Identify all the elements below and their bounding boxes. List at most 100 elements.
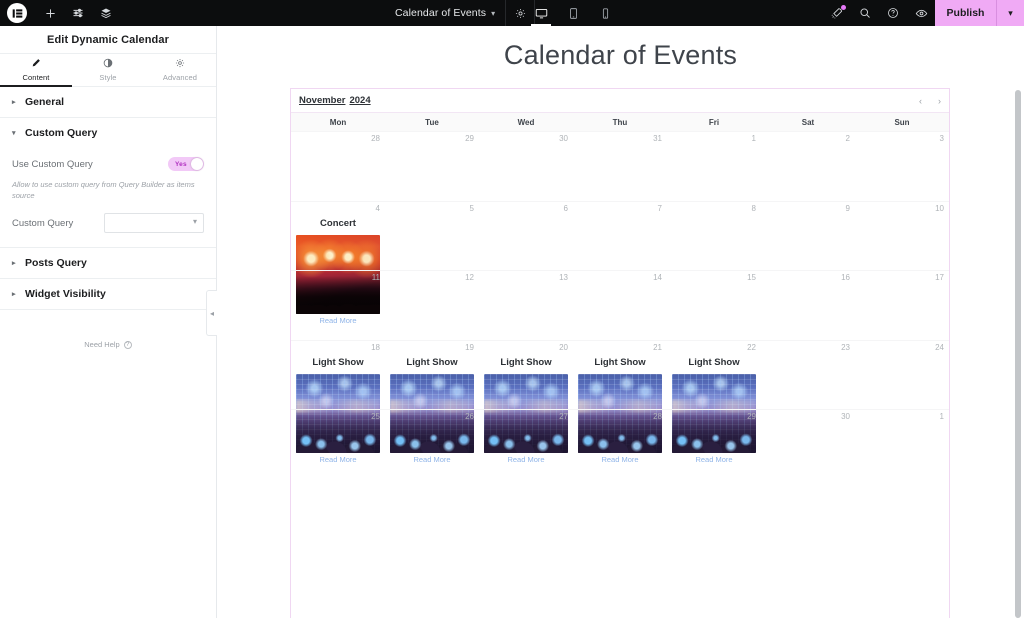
elementor-logo-icon[interactable]	[7, 3, 27, 23]
calendar-day-number: 25	[371, 412, 380, 421]
weekday-header-wed: Wed	[517, 117, 535, 127]
calendar-day-number: 8	[751, 203, 756, 213]
calendar-day-cell[interactable]: 13	[479, 270, 573, 340]
calendar-day-cell[interactable]: 15	[667, 270, 761, 340]
tab-style-label: Style	[99, 73, 117, 82]
calendar-day-cell[interactable]: 16	[761, 270, 855, 340]
calendar-day-cell[interactable]: 29	[385, 131, 479, 201]
section-general: ▸ General	[0, 87, 216, 118]
calendar-day-number: 21	[653, 342, 662, 352]
calendar-day-cell[interactable]: 30	[479, 131, 573, 201]
tab-content[interactable]: Content	[0, 54, 72, 87]
document-name-group[interactable]: Calendar of Events ▾	[395, 0, 536, 26]
device-tablet-button[interactable]	[557, 0, 589, 26]
calendar-day-cell[interactable]: 8	[667, 200, 761, 271]
elementor-editor: Calendar of Events ▾ Publish ▾ Edit Dyna…	[0, 0, 1024, 618]
calendar-day-cell[interactable]: 30	[761, 409, 855, 479]
weekday-header-thu: Thu	[612, 117, 628, 127]
custom-query-select[interactable]	[104, 213, 204, 233]
device-desktop-button[interactable]	[525, 0, 557, 26]
calendar-day-cell[interactable]: 11	[291, 270, 385, 340]
topbar-right-group: Publish ▾	[823, 0, 1024, 26]
calendar-day-cell[interactable]: 18 Light Show Read More	[291, 339, 385, 464]
calendar-event-title: Concert	[320, 217, 356, 229]
chevron-right-icon: ▸	[12, 291, 16, 298]
need-help-link[interactable]: Need Help ?	[0, 340, 216, 349]
chevron-down-icon[interactable]: ▾	[491, 9, 505, 18]
calendar-day-cell[interactable]: 19 Light Show Read More	[385, 339, 479, 464]
section-custom-query-header[interactable]: ▾ Custom Query	[0, 118, 216, 148]
calendar-day-number: 4	[375, 203, 380, 213]
tab-style[interactable]: Style	[72, 54, 144, 86]
calendar-day-number: 5	[469, 203, 474, 213]
calendar-day-cell[interactable]: 2	[761, 131, 855, 201]
calendar-day-cell[interactable]: 6	[479, 200, 573, 271]
plus-icon[interactable]	[36, 0, 64, 26]
calendar-prev-chevron-left-icon[interactable]: ‹	[919, 96, 922, 106]
calendar-day-cell[interactable]: 23	[761, 339, 855, 410]
editor-panel: Edit Dynamic Calendar Content Style Adva…	[0, 26, 217, 618]
calendar-day-number: 13	[559, 273, 568, 282]
calendar-weekday-header: Mon Tue Wed Thu Fri Sat Sun	[291, 112, 949, 131]
calendar-year-label[interactable]: 2024	[349, 95, 370, 106]
calendar-day-number: 29	[465, 134, 474, 143]
calendar-day-cell[interactable]: 4 Concert Read More	[291, 200, 385, 325]
calendar-day-cell[interactable]: 27	[479, 409, 573, 479]
calendar-day-cell[interactable]: 20 Light Show Read More	[479, 339, 573, 464]
calendar-day-cell[interactable]: 29	[667, 409, 761, 479]
calendar-day-cell[interactable]: 9	[761, 200, 855, 271]
calendar-day-number: 10	[935, 203, 944, 213]
calendar-day-cell[interactable]: 28	[291, 131, 385, 201]
device-mobile-button[interactable]	[589, 0, 621, 26]
search-icon[interactable]	[851, 0, 879, 26]
calendar-day-cell[interactable]: 10	[855, 200, 949, 271]
calendar-nav: November 2024 ‹ ›	[291, 89, 949, 112]
calendar-day-cell[interactable]: 7	[573, 200, 667, 271]
calendar-day-cell[interactable]: 25	[291, 409, 385, 479]
use-custom-query-label: Use Custom Query	[12, 158, 93, 170]
calendar-day-number: 17	[935, 273, 944, 282]
calendar-day-number: 2	[845, 134, 850, 143]
document-name: Calendar of Events	[395, 7, 487, 19]
tab-advanced-label: Advanced	[162, 73, 198, 82]
calendar-day-number: 7	[657, 203, 662, 213]
calendar-day-cell[interactable]: 14	[573, 270, 667, 340]
question-circle-icon: ?	[123, 340, 132, 349]
section-custom-query: ▾ Custom Query Use Custom Query Yes Allo…	[0, 118, 216, 248]
canvas-scrollbar[interactable]	[1014, 26, 1022, 618]
calendar-day-number: 6	[563, 203, 568, 213]
calendar-day-number: 24	[935, 342, 944, 352]
section-widget-visibility-header[interactable]: ▸ Widget Visibility	[0, 279, 216, 309]
calendar-month-label[interactable]: November	[299, 95, 345, 106]
calendar-day-number: 28	[371, 134, 380, 143]
calendar-day-cell[interactable]: 12	[385, 270, 479, 340]
calendar-day-cell[interactable]: 24	[855, 339, 949, 410]
use-custom-query-toggle[interactable]: Yes	[168, 157, 204, 171]
custom-query-field-row: Custom Query	[12, 213, 204, 233]
tab-advanced[interactable]: Advanced	[144, 54, 216, 86]
help-icon[interactable]	[879, 0, 907, 26]
calendar-day-cell[interactable]: 22 Light Show Read More	[667, 339, 761, 464]
site-launcher-icon[interactable]	[823, 0, 851, 26]
calendar-day-cell[interactable]: 31	[573, 131, 667, 201]
sliders-icon[interactable]	[64, 0, 92, 26]
calendar-day-cell[interactable]: 1	[855, 409, 949, 479]
dynamic-calendar-widget: November 2024 ‹ › Mon Tue Wed Thu Fri Sat Sun 2…	[290, 88, 950, 618]
calendar-day-cell[interactable]: 28	[573, 409, 667, 479]
preview-icon[interactable]	[907, 0, 935, 26]
publish-button[interactable]: Publish	[935, 0, 996, 26]
publish-options-chevron-down-icon[interactable]: ▾	[996, 0, 1024, 26]
layers-icon[interactable]	[92, 0, 120, 26]
section-posts-query-header[interactable]: ▸ Posts Query	[0, 248, 216, 278]
calendar-day-cell[interactable]: 5	[385, 200, 479, 271]
calendar-day-cell[interactable]: 3	[855, 131, 949, 201]
calendar-event-title: Light Show	[500, 356, 552, 368]
section-general-header[interactable]: ▸ General	[0, 87, 216, 117]
calendar-day-cell[interactable]: 21 Light Show Read More	[573, 339, 667, 464]
scrollbar-thumb[interactable]	[1015, 90, 1021, 618]
calendar-day-cell[interactable]: 17	[855, 270, 949, 340]
calendar-day-cell[interactable]: 1	[667, 131, 761, 201]
panel-collapse-handle[interactable]: ◂	[206, 290, 217, 336]
calendar-day-cell[interactable]: 26	[385, 409, 479, 479]
calendar-next-chevron-right-icon[interactable]: ›	[938, 96, 941, 106]
